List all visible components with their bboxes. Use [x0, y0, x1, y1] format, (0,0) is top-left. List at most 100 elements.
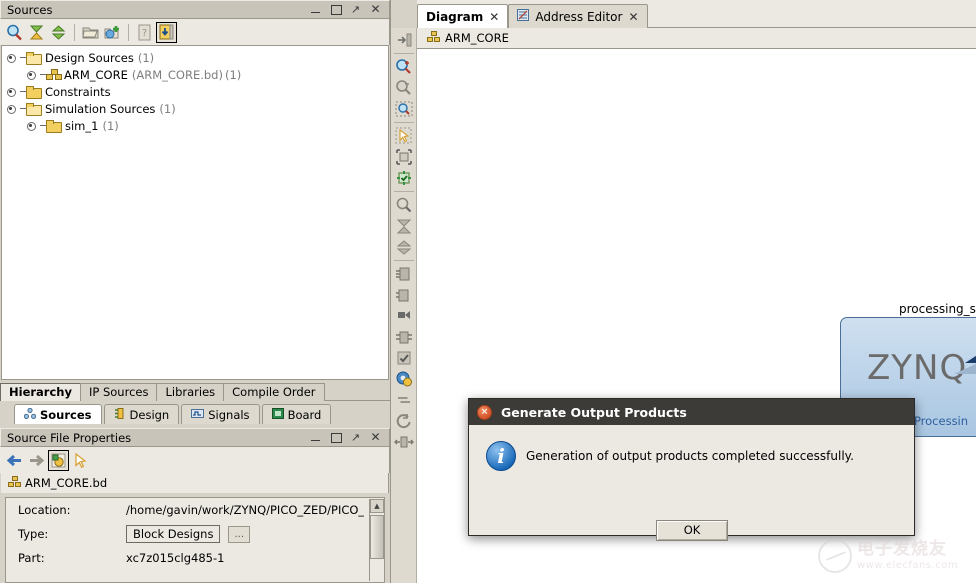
- close-icon[interactable]: ✕: [628, 10, 638, 24]
- optimize-routing-icon[interactable]: [393, 432, 414, 452]
- svg-text:?: ?: [142, 28, 147, 39]
- tab-label: Diagram: [426, 9, 484, 24]
- collapse-all-icon[interactable]: [27, 23, 46, 42]
- expand-toggle-icon[interactable]: [6, 102, 19, 115]
- expand-toggle-icon[interactable]: [26, 68, 39, 81]
- block-design-icon: [427, 30, 440, 46]
- tree-item-label: Constraints: [45, 84, 111, 99]
- close-icon[interactable]: ✕: [370, 3, 381, 15]
- sources-tree[interactable]: Design Sources (1) ARM_CORE (ARM_CORE.bd…: [1, 45, 389, 380]
- tree-item-count: (1): [137, 50, 155, 65]
- toolbar-separator: [128, 23, 129, 41]
- folder-open-icon: [26, 51, 42, 65]
- close-icon[interactable]: ✕: [370, 431, 381, 443]
- toolbar-separator: [393, 260, 414, 261]
- tab-libraries[interactable]: Libraries: [156, 383, 225, 401]
- expand-toggle-icon[interactable]: [26, 119, 39, 132]
- regenerate-layout-icon[interactable]: [394, 390, 414, 410]
- minimize-icon[interactable]: [310, 4, 321, 15]
- tree-item-constraints[interactable]: Constraints: [2, 83, 388, 100]
- float-icon[interactable]: ↗: [350, 4, 361, 15]
- collapse-panel-icon[interactable]: [394, 30, 414, 50]
- settings-gear-icon[interactable]: [394, 369, 414, 389]
- tree-item-count: (1): [102, 118, 119, 133]
- dialog-titlebar: × Generate Output Products: [469, 399, 914, 425]
- tab-address-editor[interactable]: Address Editor ✕: [508, 4, 648, 28]
- tab-hierarchy[interactable]: Hierarchy: [0, 383, 81, 401]
- select-cursor-icon[interactable]: [71, 451, 90, 470]
- float-icon[interactable]: ↗: [350, 432, 361, 443]
- tab-ip-sources[interactable]: IP Sources: [79, 383, 158, 401]
- scroll-up-icon[interactable]: ▲: [370, 499, 384, 513]
- tab-compile-order[interactable]: Compile Order: [223, 383, 325, 401]
- properties-panel-titlebar: Source File Properties ↗ ✕: [0, 428, 390, 447]
- tree-item-label: ARM_CORE: [64, 67, 128, 82]
- open-folder-icon[interactable]: [81, 23, 100, 42]
- toolbar-separator: [393, 122, 414, 123]
- collapse-all-icon[interactable]: [394, 216, 414, 236]
- design-icon: [114, 407, 126, 422]
- property-key: Part:: [18, 551, 45, 565]
- validate-design-icon[interactable]: [394, 168, 414, 188]
- expand-toggle-icon[interactable]: [6, 51, 19, 64]
- tree-item-sim-1[interactable]: sim_1 (1): [2, 117, 388, 134]
- tab-board[interactable]: Board: [261, 404, 332, 424]
- ok-button[interactable]: OK: [656, 520, 728, 541]
- address-editor-icon: [517, 9, 530, 24]
- tree-item-arm-core[interactable]: ARM_CORE (ARM_CORE.bd) (1): [2, 66, 388, 83]
- pin-icon[interactable]: [394, 306, 414, 326]
- forward-arrow-icon[interactable]: [27, 451, 46, 470]
- property-row-part: Part: xc7z015clg485-1: [6, 546, 384, 570]
- tree-item-filename: (ARM_CORE.bd): [131, 67, 223, 82]
- property-value-box[interactable]: Block Designs: [126, 525, 221, 543]
- fit-to-window-icon[interactable]: [394, 147, 414, 167]
- maximize-icon[interactable]: [330, 432, 342, 443]
- property-key: Type:: [18, 527, 49, 541]
- hierarchy-icon[interactable]: [156, 21, 177, 43]
- expand-all-icon[interactable]: [49, 23, 68, 42]
- tree-item-design-sources[interactable]: Design Sources (1): [2, 49, 388, 66]
- maximize-icon[interactable]: [330, 4, 342, 15]
- add-ip-icon[interactable]: [394, 264, 414, 284]
- minimize-icon[interactable]: [310, 432, 321, 443]
- add-sources-icon[interactable]: [103, 23, 122, 42]
- property-browse-button[interactable]: ...: [228, 525, 251, 543]
- rotate-icon[interactable]: [394, 411, 414, 431]
- tree-item-label: sim_1: [65, 118, 99, 133]
- zoom-fit-selection-icon[interactable]: [394, 99, 414, 119]
- tab-label: Address Editor: [535, 9, 623, 24]
- back-arrow-icon[interactable]: [5, 451, 24, 470]
- tab-sources[interactable]: Sources: [14, 404, 102, 424]
- customize-block-icon[interactable]: [394, 327, 414, 347]
- properties-icon[interactable]: [48, 449, 69, 471]
- zoom-in-icon[interactable]: [394, 57, 414, 77]
- folder-open-icon: [26, 102, 42, 116]
- zoom-out-icon[interactable]: [394, 78, 414, 98]
- properties-scrollbar[interactable]: ▲: [369, 499, 384, 581]
- tab-signals[interactable]: Signals: [181, 404, 260, 424]
- add-module-icon[interactable]: [394, 285, 414, 305]
- scrollbar-thumb[interactable]: [370, 515, 384, 559]
- expand-toggle-icon[interactable]: [6, 85, 19, 98]
- close-icon[interactable]: ✕: [489, 10, 499, 24]
- watermark-logo-icon: [818, 538, 852, 573]
- folder-closed-icon: [26, 85, 42, 99]
- tree-item-simulation-sources[interactable]: Simulation Sources (1): [2, 100, 388, 117]
- tab-diagram[interactable]: Diagram ✕: [417, 4, 509, 28]
- breadcrumb-label[interactable]: ARM_CORE: [445, 31, 509, 45]
- expand-all-icon[interactable]: [394, 237, 414, 257]
- bottom-view-tabs: Sources Design Signals Board: [0, 402, 390, 424]
- search-icon[interactable]: [5, 23, 24, 42]
- search-icon[interactable]: [394, 195, 414, 215]
- toolbar-separator: [393, 53, 414, 54]
- dialog-body: i Generation of output products complete…: [469, 425, 914, 541]
- tab-label: Design: [129, 407, 170, 422]
- folder-closed-icon: [46, 119, 62, 133]
- tab-label: Board: [287, 407, 322, 422]
- validate-check-icon[interactable]: [394, 348, 414, 368]
- close-icon[interactable]: ×: [477, 404, 492, 420]
- tab-design[interactable]: Design: [103, 404, 180, 424]
- select-cursor-icon[interactable]: [394, 126, 414, 146]
- watermark-url-text: www.elecfans.com: [857, 559, 959, 571]
- properties-icon[interactable]: ?: [135, 23, 154, 42]
